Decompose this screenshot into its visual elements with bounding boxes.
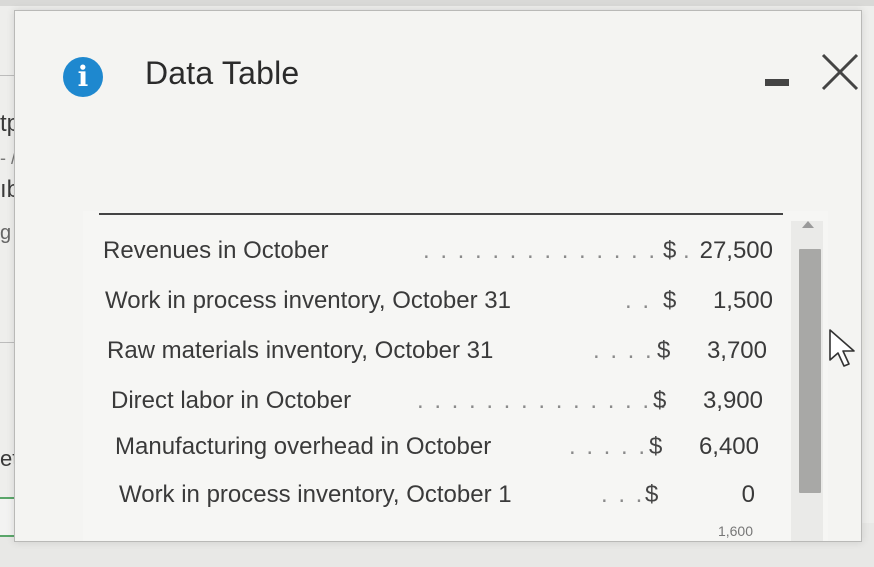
- table-row: Work in process inventory, October 1 . .…: [83, 481, 783, 525]
- table-row: Raw materials inventory, October 31 . . …: [83, 337, 783, 381]
- row-label: Work in process inventory, October 1: [119, 481, 512, 508]
- background-top-border: [0, 0, 874, 6]
- row-value: 3,900: [702, 387, 763, 414]
- minimize-button[interactable]: [759, 57, 799, 97]
- row-value: 6,400: [698, 433, 759, 460]
- minimize-icon: [765, 79, 789, 86]
- table-top-rule: [99, 213, 783, 215]
- table-row: Work in process inventory, October 31 . …: [83, 287, 783, 331]
- leader-dots: . . . .: [593, 337, 654, 364]
- close-icon: [821, 53, 859, 91]
- row-label: Raw materials inventory, October 31: [107, 337, 494, 364]
- data-table: Revenues in October . . . . . . . . . . …: [83, 211, 828, 541]
- table-row: Direct labor in October . . . . . . . . …: [83, 387, 783, 431]
- row-label: Work in process inventory, October 31: [105, 287, 511, 314]
- table-row-partial: 1,600: [83, 523, 783, 567]
- scroll-thumb[interactable]: [799, 249, 821, 493]
- close-button[interactable]: [815, 47, 865, 97]
- row-value-partial: 1,600: [717, 523, 753, 539]
- leader-dots: . . . . . . . . . . . . . . . .: [423, 237, 692, 264]
- background-side-panel: [860, 290, 874, 350]
- data-table-dialog: i Data Table Revenues in October . . . .…: [14, 10, 862, 542]
- background-divider: [0, 342, 14, 343]
- leader-dots: . . . . .: [569, 433, 648, 460]
- scroll-up-arrow-icon[interactable]: [802, 221, 814, 228]
- row-label: Manufacturing overhead in October: [115, 433, 492, 460]
- row-value: 0: [741, 481, 755, 508]
- vertical-scrollbar[interactable]: [791, 221, 823, 541]
- row-value: 1,500: [712, 287, 773, 314]
- leader-dots: . . .: [601, 481, 645, 508]
- row-value: 3,700: [706, 337, 767, 364]
- table-row: Revenues in October . . . . . . . . . . …: [83, 237, 783, 281]
- leader-dots: . .: [625, 287, 652, 314]
- row-label: Direct labor in October: [111, 387, 352, 414]
- background-divider: [0, 75, 14, 76]
- info-icon: i: [63, 57, 103, 97]
- table-row: Manufacturing overhead in October . . . …: [83, 433, 783, 477]
- row-value: 27,500: [699, 237, 773, 264]
- mouse-pointer-icon: [829, 329, 855, 367]
- row-label: Revenues in October: [103, 237, 329, 264]
- leader-dots: . . . . . . . . . . . . . . .: [417, 387, 669, 414]
- dialog-title: Data Table: [145, 55, 300, 91]
